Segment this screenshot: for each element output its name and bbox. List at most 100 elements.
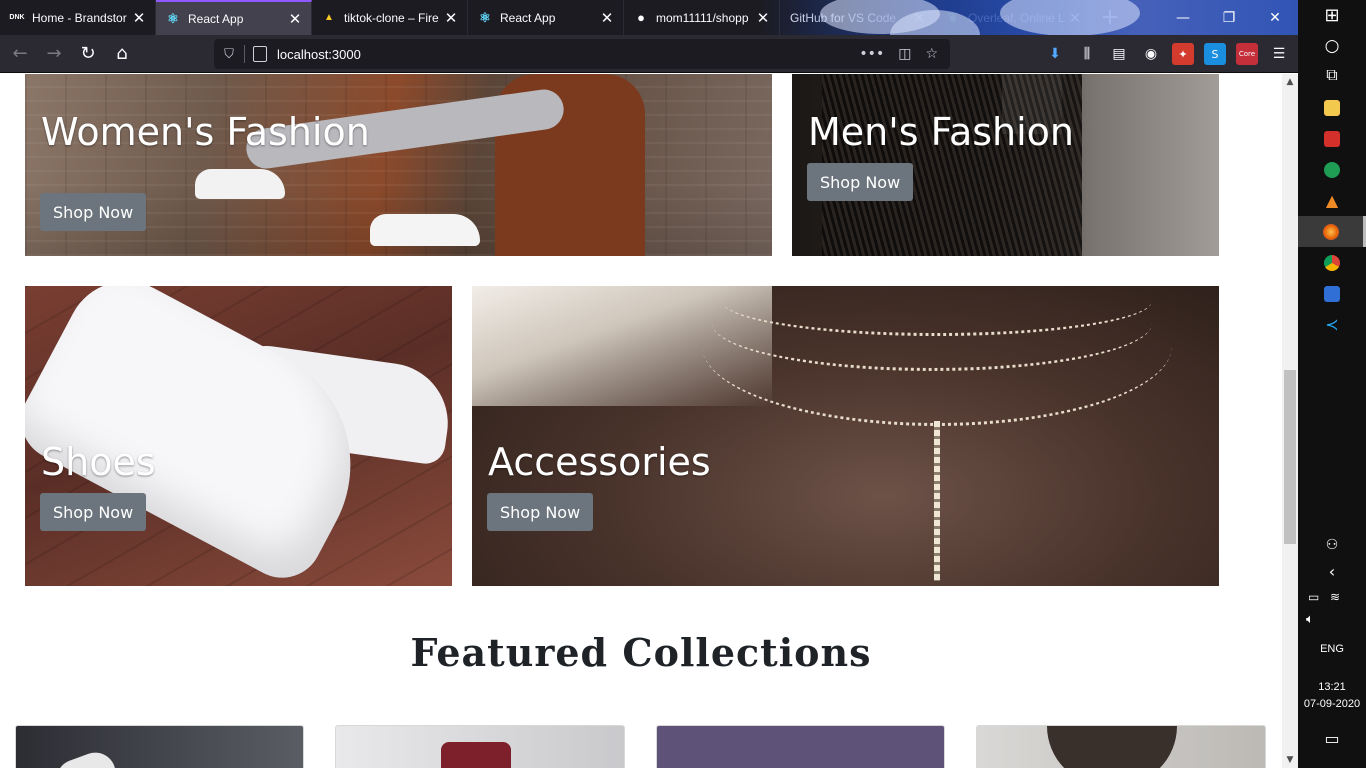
tab-close-icon[interactable]: ✕ [1067, 9, 1083, 27]
firefox-icon[interactable] [1298, 216, 1366, 247]
scroll-up-icon[interactable]: ▲ [1282, 74, 1298, 90]
menu-icon[interactable]: ☰ [1268, 43, 1290, 65]
tab-title: mom11111/shopp [656, 10, 749, 25]
featured-collections-heading: Featured Collections [410, 630, 872, 675]
pdf-icon [1324, 130, 1340, 147]
category-card-accessories[interactable]: Accessories Shop Now [472, 286, 1219, 586]
clock-time[interactable]: 13:21 [1298, 681, 1366, 693]
category-card-womens-fashion[interactable]: Women's Fashion Shop Now [25, 74, 772, 256]
tab-close-icon[interactable]: ✕ [443, 9, 459, 27]
category-title: Women's Fashion [41, 110, 370, 154]
tab-close-icon[interactable]: ✕ [131, 9, 147, 27]
green-app-icon[interactable] [1298, 154, 1366, 185]
vlc-icon[interactable]: ▲ [1298, 185, 1366, 216]
shop-now-button[interactable]: Shop Now [40, 493, 147, 531]
page-scrollbar[interactable]: ▲ ▼ [1282, 74, 1298, 768]
url-text[interactable]: localhost:3000 [277, 47, 859, 62]
overleaf-icon: ❦ [947, 9, 959, 25]
shield-icon[interactable]: ⛉ [214, 47, 244, 62]
shoe-image [195, 169, 285, 199]
react-icon: ⚛ [167, 10, 179, 26]
shop-now-button[interactable]: Shop Now [487, 493, 594, 531]
tab-title: React App [500, 10, 556, 25]
reload-icon[interactable]: ↻ [72, 38, 104, 70]
firefox-logo-icon [1322, 223, 1339, 240]
collection-card[interactable] [335, 725, 625, 768]
home-icon[interactable]: ⌂ [106, 38, 138, 70]
back-arrow-icon[interactable]: ← [4, 38, 36, 70]
vscode-icon[interactable]: ≺ [1298, 309, 1366, 340]
chrome-icon[interactable] [1298, 247, 1366, 278]
minimize-icon[interactable]: — [1160, 0, 1206, 35]
collection-card[interactable] [976, 725, 1266, 768]
product-image [50, 746, 122, 768]
tab-title: tiktok-clone – Fire [344, 10, 439, 25]
extension-icon[interactable]: ✦ [1172, 43, 1194, 65]
window-controls: — ❐ ✕ [1160, 0, 1298, 35]
tab-react-app[interactable]: ⚛ React App ✕ [468, 0, 624, 35]
category-title: Accessories [488, 440, 711, 484]
product-image [1047, 726, 1177, 768]
category-card-shoes[interactable]: Shoes Shop Now [25, 286, 452, 586]
acrobat-icon[interactable] [1298, 123, 1366, 154]
skype-icon[interactable]: S [1204, 43, 1226, 65]
more-actions-icon[interactable]: ••• [859, 46, 884, 62]
tab-overleaf[interactable]: ❦ Overleaf, Online L ✕ [936, 0, 1092, 35]
tab-strip: DNK Home - Brandstor ✕ ⚛ React App ✕ ▲ t… [0, 0, 1298, 35]
bookmark-star-icon[interactable]: ☆ [925, 46, 938, 62]
file-explorer-icon[interactable] [1298, 92, 1366, 123]
tab-title: Overleaf, Online L [968, 10, 1065, 25]
product-image [441, 742, 511, 768]
library-icon[interactable]: ⫼ [1076, 43, 1098, 65]
cortana-search-icon[interactable]: ○ [1298, 30, 1366, 61]
chrome-logo-icon [1324, 254, 1340, 271]
scrollbar-thumb[interactable] [1284, 370, 1296, 544]
tab-github-vscode[interactable]: GitHub for VS Code ✕ [780, 0, 936, 35]
navigation-toolbar: ← → ↻ ⌂ ⛉ localhost:3000 ••• ◫ ☆ ⬇ ⫼ ▤ ◉… [0, 35, 1298, 73]
new-tab-button[interactable]: + [1092, 0, 1128, 35]
react-icon: ⚛ [479, 9, 491, 25]
scroll-down-icon[interactable]: ▼ [1282, 752, 1298, 768]
brandstore-icon: DNK [9, 14, 25, 21]
necklace-pendant [934, 421, 940, 581]
language-indicator[interactable]: ENG [1298, 643, 1366, 655]
shop-now-button[interactable]: Shop Now [807, 163, 914, 201]
tab-github-shopping[interactable]: ● mom11111/shopp ✕ [624, 0, 780, 35]
tab-tiktok-clone[interactable]: ▲ tiktok-clone – Fire ✕ [312, 0, 468, 35]
clock-date[interactable]: 07-09-2020 [1298, 698, 1366, 710]
page-info-icon[interactable] [253, 46, 267, 62]
category-card-mens-fashion[interactable]: Men's Fashion Shop Now [792, 74, 1219, 256]
reader-view-icon[interactable]: ▤ [1108, 43, 1130, 65]
toolbar-extensions: ⬇ ⫼ ▤ ◉ ✦ S Core ☰ [1044, 39, 1290, 69]
download-icon[interactable]: ⬇ [1044, 43, 1066, 65]
shoe-image [370, 214, 480, 246]
tab-close-icon[interactable]: ✕ [755, 9, 771, 27]
folder-icon [1324, 99, 1340, 116]
task-view-icon[interactable]: ⧉ [1298, 59, 1366, 90]
close-window-icon[interactable]: ✕ [1252, 0, 1298, 35]
collection-card[interactable] [15, 725, 304, 768]
collection-card[interactable] [656, 725, 945, 768]
circle-app-icon [1324, 161, 1340, 178]
address-bar[interactable]: ⛉ localhost:3000 ••• ◫ ☆ [214, 39, 950, 69]
tab-home-brandstore[interactable]: DNK Home - Brandstor ✕ [0, 0, 156, 35]
extension-core-icon[interactable]: Core [1236, 43, 1258, 65]
address-bar-actions: ••• ◫ ☆ [859, 46, 938, 62]
tab-title: GitHub for VS Code [790, 10, 897, 25]
calendar-app-icon[interactable] [1298, 278, 1366, 309]
tab-react-app-active[interactable]: ⚛ React App ✕ [156, 0, 312, 35]
forward-arrow-icon[interactable]: → [38, 38, 70, 70]
tab-close-icon[interactable]: ✕ [911, 9, 927, 27]
pocket-icon[interactable]: ◫ [898, 46, 911, 62]
account-icon[interactable]: ◉ [1140, 43, 1162, 65]
tab-close-icon[interactable]: ✕ [599, 9, 615, 27]
shop-now-button[interactable]: Shop Now [40, 193, 147, 231]
restore-icon[interactable]: ❐ [1206, 0, 1252, 35]
windows-taskbar: ⊞ ○ ⧉ ▲ ≺ ⚇ ‹ ▭ ≋ 🔈︎ ENG 13:21 07-09-202… [1298, 0, 1366, 768]
divider [244, 45, 245, 63]
volume-icon[interactable]: 🔈︎ [1298, 604, 1366, 635]
tab-close-icon[interactable]: ✕ [287, 10, 303, 28]
windows-start-icon[interactable]: ⊞ [1298, 0, 1366, 31]
tab-title: React App [188, 11, 244, 26]
notifications-icon[interactable]: ▭ [1298, 723, 1366, 754]
